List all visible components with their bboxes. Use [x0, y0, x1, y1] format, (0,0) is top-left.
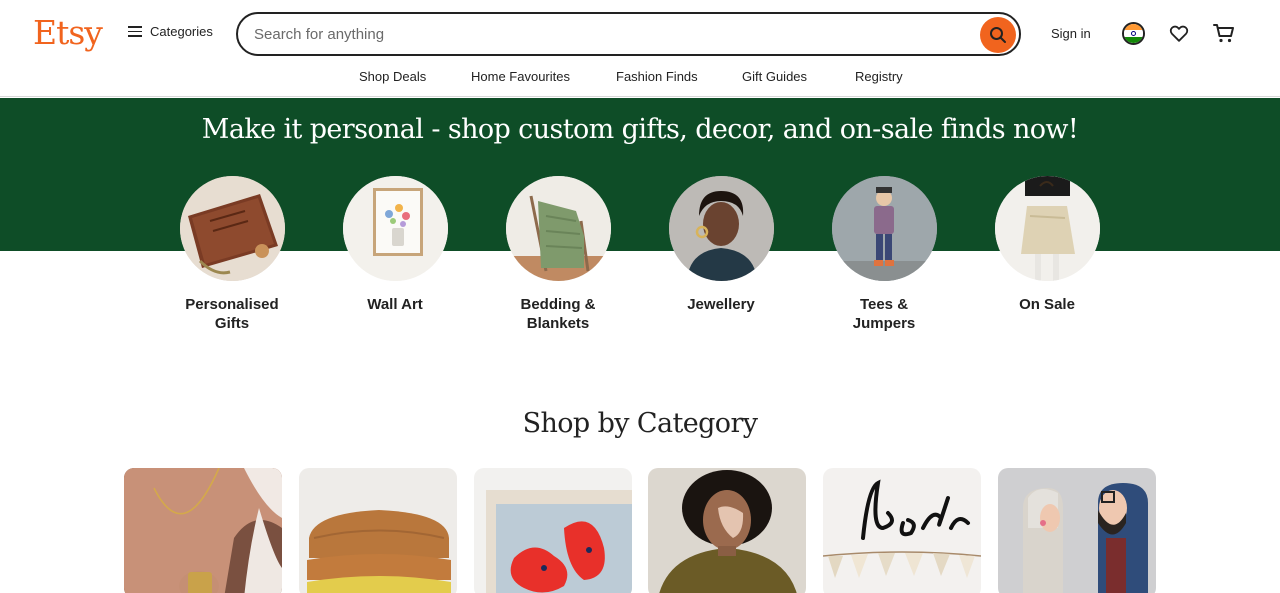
- wall-art-image: [342, 176, 448, 281]
- sign-in-link[interactable]: Sign in: [1051, 26, 1091, 41]
- category-card-portrait[interactable]: [648, 468, 806, 593]
- search-input[interactable]: [254, 14, 974, 54]
- nav-shop-deals[interactable]: Shop Deals: [359, 69, 426, 84]
- jewellery-image: [668, 176, 774, 281]
- on-sale-label-1: On Sale: [1019, 296, 1075, 313]
- personalised-gifts-label-1: Personalised: [185, 296, 279, 313]
- hamburger-icon: [128, 26, 142, 37]
- featured-personalised-gifts[interactable]: Personalised Gifts: [167, 176, 297, 333]
- nav-home-favourites[interactable]: Home Favourites: [471, 69, 570, 84]
- site-header: Etsy Categories Sign in Shop Deals Home …: [0, 0, 1280, 97]
- categories-button[interactable]: Categories: [128, 24, 213, 39]
- category-card-necklace[interactable]: [124, 468, 282, 593]
- jewellery-label-1: Jewellery: [687, 296, 755, 313]
- sub-navigation: Shop Deals Home Favourites Fashion Finds…: [0, 69, 1280, 85]
- personalised-gifts-image: [179, 176, 285, 281]
- category-card-name-sign[interactable]: [823, 468, 981, 593]
- banner-title: Make it personal - shop custom gifts, de…: [201, 114, 1079, 145]
- tees-jumpers-label-2: Jumpers: [852, 315, 916, 332]
- on-sale-image: [994, 176, 1100, 281]
- featured-tees-jumpers[interactable]: Tees & Jumpers: [819, 176, 949, 333]
- featured-jewellery[interactable]: Jewellery: [656, 176, 786, 314]
- categories-label: Categories: [150, 24, 213, 39]
- wall-art-label-1: Wall Art: [367, 296, 423, 313]
- india-flag-icon[interactable]: [1122, 22, 1145, 45]
- bedding-blankets-image: [505, 176, 611, 281]
- search-bar: [236, 12, 1021, 56]
- tees-jumpers-image: [831, 176, 937, 281]
- etsy-logo[interactable]: Etsy: [33, 13, 103, 52]
- category-card-art-print[interactable]: [474, 468, 632, 593]
- nav-fashion-finds[interactable]: Fashion Finds: [616, 69, 698, 84]
- personalised-gifts-label-2: Gifts: [214, 315, 250, 332]
- category-card-sweaters[interactable]: [299, 468, 457, 593]
- featured-wall-art[interactable]: Wall Art: [330, 176, 460, 314]
- search-button[interactable]: [980, 17, 1016, 53]
- bedding-blankets-label-2: Blankets: [526, 315, 590, 332]
- bedding-blankets-label-1: Bedding &: [520, 296, 596, 313]
- search-icon: [990, 27, 1006, 43]
- nav-registry[interactable]: Registry: [855, 69, 903, 84]
- heart-icon[interactable]: [1168, 22, 1190, 44]
- featured-on-sale[interactable]: On Sale: [982, 176, 1112, 314]
- nav-gift-guides[interactable]: Gift Guides: [742, 69, 807, 84]
- shop-by-category-title: Shop by Category: [522, 408, 758, 439]
- category-card-wooden-figures[interactable]: [998, 468, 1156, 593]
- cart-icon[interactable]: [1212, 21, 1236, 45]
- tees-jumpers-label-1: Tees &: [859, 296, 909, 313]
- featured-bedding-blankets[interactable]: Bedding & Blankets: [493, 176, 623, 333]
